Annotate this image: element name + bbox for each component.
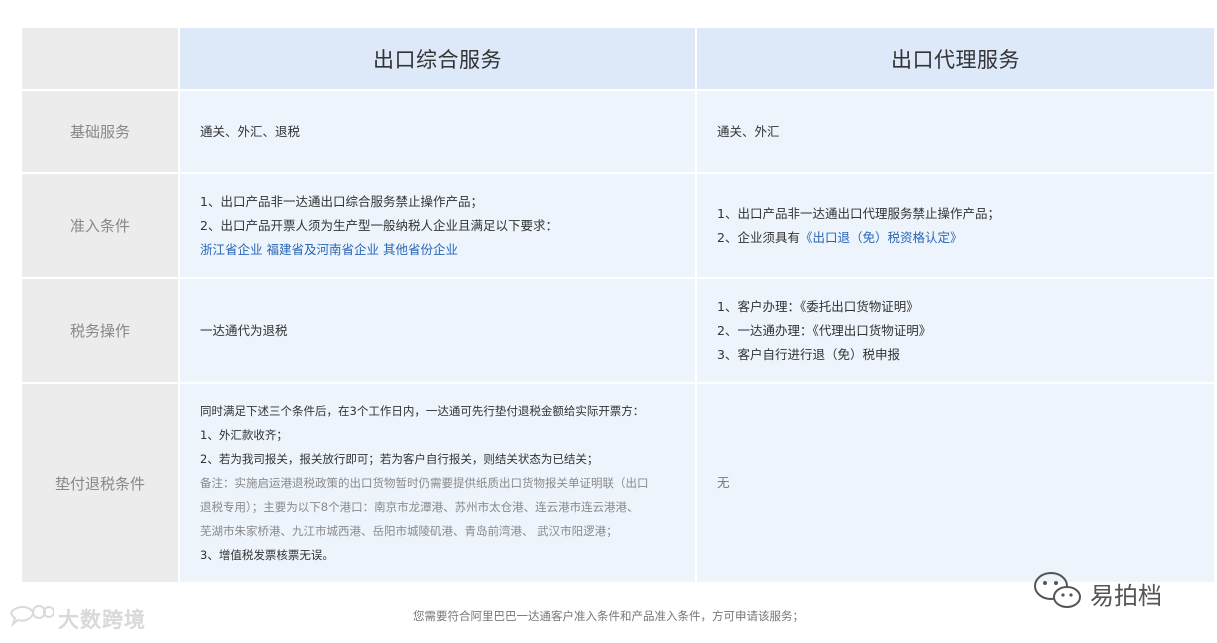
wechat-icon bbox=[1032, 570, 1084, 616]
advance-condition-2: 2、若为我司报关，报关放行即可；若为客户自行报关，则结关状态为已结关； bbox=[200, 452, 599, 466]
row-label-tax: 税务操作 bbox=[22, 279, 178, 382]
cell-access-agency: 1、出口产品非一达通出口代理服务禁止操作产品； 2、企业须具有《出口退（免）税资… bbox=[697, 174, 1214, 277]
access-condition-2: 2、出口产品开票人须为生产型一般纳税人企业且满足以下要求： bbox=[200, 217, 558, 233]
cell-text: 通关、外汇、退税 bbox=[200, 123, 301, 139]
cell-text: 一达通代为退税 bbox=[200, 322, 288, 338]
tax-step-3: 3、客户自行进行退（免）税申报 bbox=[717, 346, 900, 362]
agency-condition-2: 2、企业须具有《出口退（免）税资格认定》 bbox=[717, 226, 1214, 250]
watermark-right: 易拍档 bbox=[1032, 570, 1162, 616]
comparison-table: 出口综合服务 出口代理服务 基础服务 通关、外汇、退税 通关、外汇 准入条件 1… bbox=[22, 28, 1214, 582]
cell-advance-agency: 无 bbox=[697, 384, 1214, 582]
advance-note-1: 备注：实施启运港退税政策的出口货物暂时仍需要提供纸质出口货物报关单证明联（出口 bbox=[200, 476, 649, 490]
access-condition-1: 1、出口产品非一达通出口综合服务禁止操作产品； bbox=[200, 193, 483, 209]
link-fujian-henan[interactable]: 福建省及河南省企业 bbox=[267, 242, 380, 257]
agency-condition-2-prefix: 2、企业须具有 bbox=[717, 229, 800, 245]
tax-step-2: 2、一达通办理：《代理出口货物证明》 bbox=[717, 322, 932, 338]
table-corner bbox=[22, 28, 178, 89]
watermark-left-text: 大数跨境 bbox=[58, 607, 146, 632]
advance-intro: 同时满足下述三个条件后，在3个工作日内，一达通可先行垫付退税金额给实际开票方： bbox=[200, 404, 645, 418]
header-export-agency: 出口代理服务 bbox=[697, 28, 1214, 89]
cell-tax-agency: 1、客户办理：《委托出口货物证明》 2、一达通办理：《代理出口货物证明》 3、客… bbox=[697, 279, 1214, 382]
advance-note-2: 退税专用）；主要为以下8个港口：南京市龙潭港、苏州市太仓港、连云港市连云港港、 bbox=[200, 500, 639, 514]
agency-condition-1: 1、出口产品非一达通出口代理服务禁止操作产品； bbox=[717, 205, 1000, 221]
cell-text: 无 bbox=[717, 475, 730, 490]
watermark-left: 大数跨境 bbox=[8, 603, 146, 634]
watermark-right-text: 易拍档 bbox=[1090, 581, 1162, 610]
link-zhejiang[interactable]: 浙江省企业 bbox=[200, 242, 263, 257]
link-tax-qualification[interactable]: 《出口退（免）税资格认定》 bbox=[800, 230, 963, 245]
row-label-advance: 垫付退税条件 bbox=[22, 384, 178, 582]
row-label-access: 准入条件 bbox=[22, 174, 178, 277]
cell-advance-integrated: 同时满足下述三个条件后，在3个工作日内，一达通可先行垫付退税金额给实际开票方： … bbox=[180, 384, 695, 582]
link-other-provinces[interactable]: 其他省份企业 bbox=[383, 242, 458, 257]
cell-basic-integrated: 通关、外汇、退税 bbox=[180, 91, 695, 172]
tax-step-1: 1、客户办理：《委托出口货物证明》 bbox=[717, 298, 919, 314]
cell-basic-agency: 通关、外汇 bbox=[697, 91, 1214, 172]
province-links: 浙江省企业 福建省及河南省企业 其他省份企业 bbox=[200, 238, 695, 262]
cell-tax-integrated: 一达通代为退税 bbox=[180, 279, 695, 382]
advance-condition-3: 3、增值税发票核票无误。 bbox=[200, 548, 334, 562]
advance-condition-1: 1、外汇款收齐； bbox=[200, 428, 288, 442]
chat-logo-icon bbox=[8, 603, 55, 634]
cell-access-integrated: 1、出口产品非一达通出口综合服务禁止操作产品； 2、出口产品开票人须为生产型一般… bbox=[180, 174, 695, 277]
row-label-basic: 基础服务 bbox=[22, 91, 178, 172]
advance-note-3: 芜湖市朱家桥港、九江市城西港、岳阳市城陵矶港、青岛前湾港、 武汉市阳逻港； bbox=[200, 524, 618, 538]
header-export-integrated: 出口综合服务 bbox=[180, 28, 695, 89]
cell-text: 通关、外汇 bbox=[717, 123, 780, 139]
